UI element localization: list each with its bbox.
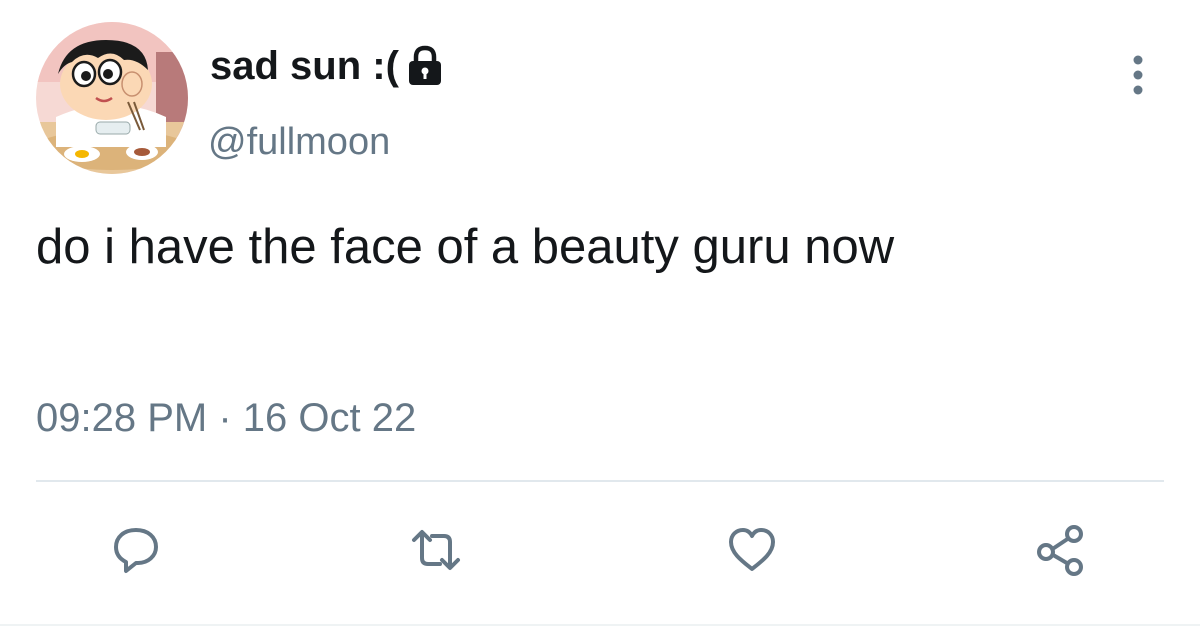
cartoon-boy-avatar-image bbox=[36, 22, 188, 174]
share-button[interactable] bbox=[1030, 520, 1090, 580]
share-icon bbox=[1037, 525, 1083, 576]
reply-button[interactable] bbox=[106, 520, 166, 580]
avatar[interactable] bbox=[36, 22, 188, 174]
retweet-button[interactable] bbox=[406, 520, 466, 580]
heart-icon bbox=[729, 528, 775, 571]
bottom-divider bbox=[0, 624, 1200, 626]
tweet-timestamp[interactable]: 09:28 PM · 16 Oct 22 bbox=[36, 392, 416, 444]
like-button[interactable] bbox=[722, 520, 782, 580]
divider bbox=[36, 480, 1164, 482]
reply-icon bbox=[114, 528, 158, 573]
more-vertical-icon[interactable] bbox=[1118, 50, 1158, 100]
retweet-icon bbox=[412, 530, 460, 570]
tweet-text: do i have the face of a beauty guru now bbox=[36, 220, 895, 274]
display-name: sad sun :( bbox=[210, 44, 399, 88]
lock-icon bbox=[405, 44, 445, 88]
user-handle[interactable]: @fullmoon bbox=[208, 118, 390, 166]
display-name-row: sad sun :( bbox=[210, 40, 445, 92]
